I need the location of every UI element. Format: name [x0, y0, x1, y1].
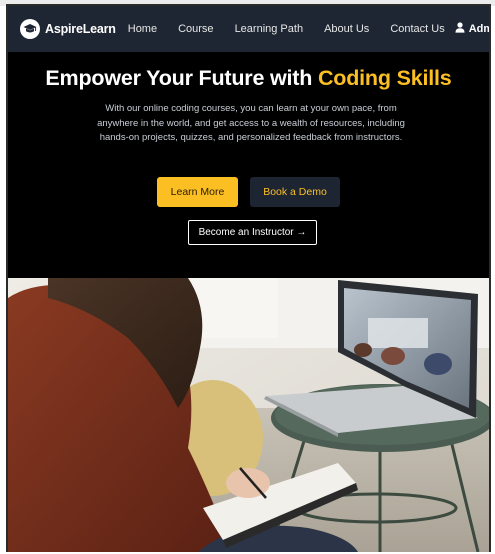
user-name: Admin — [468, 23, 489, 35]
hero-section: Empower Your Future with Coding Skills W… — [8, 52, 489, 278]
nav-link-learning-path[interactable]: Learning Path — [235, 23, 304, 35]
nav-link-contact-us[interactable]: Contact Us — [390, 23, 444, 35]
brand[interactable]: AspireLearn — [20, 19, 116, 39]
navbar: AspireLearn Home Course Learning Path Ab… — [8, 6, 489, 52]
user-icon — [455, 22, 465, 36]
hero-title-highlight: Coding Skills — [317, 66, 452, 90]
hero-image — [8, 278, 489, 552]
hero-description: With our online coding courses, you can … — [97, 103, 405, 143]
book-demo-button[interactable]: Book a Demo — [250, 177, 340, 207]
learn-more-button[interactable]: Learn More — [157, 177, 238, 207]
page-viewport: AspireLearn Home Course Learning Path Ab… — [6, 6, 491, 552]
nav-link-about-us[interactable]: About Us — [324, 23, 369, 35]
brand-name: AspireLearn — [45, 22, 116, 36]
user-menu[interactable]: Admin — [455, 22, 489, 36]
nav-link-home[interactable]: Home — [128, 23, 157, 35]
hero-title: Empower Your Future with Coding Skills — [8, 66, 489, 91]
graduation-cap-icon — [20, 19, 40, 39]
nav-links: Home Course Learning Path About Us Conta… — [128, 23, 455, 35]
hero-title-main: Empower Your Future with — [45, 66, 313, 90]
nav-link-course[interactable]: Course — [178, 23, 213, 35]
become-instructor-button[interactable]: Become an Instructor → — [188, 220, 317, 245]
hero-buttons: Learn More Book a Demo — [8, 177, 489, 207]
